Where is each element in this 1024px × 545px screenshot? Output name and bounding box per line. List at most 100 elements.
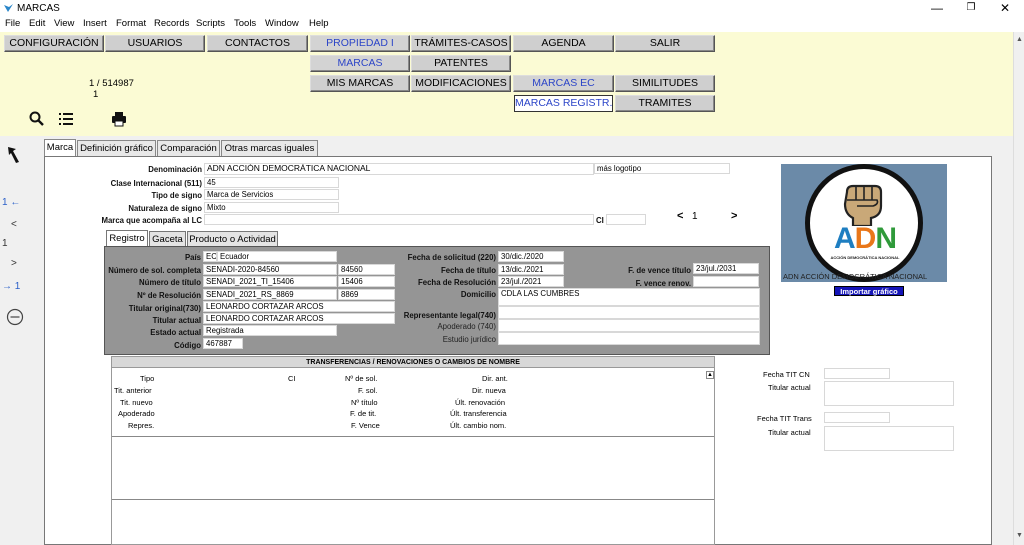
title-bar: MARCAS — ❐ ✕ <box>0 0 1024 17</box>
numtit-label: Número de título <box>139 278 201 287</box>
menu-file[interactable]: File <box>5 18 20 29</box>
estudio-label: Estudio jurídico <box>442 335 496 344</box>
prev-link[interactable]: 1 ← <box>2 197 20 208</box>
logo-letter: A <box>833 222 856 255</box>
menu-scripts[interactable]: Scripts <box>196 18 225 29</box>
subtab-registro[interactable]: Registro <box>106 230 148 247</box>
numsol-short-field[interactable]: 84560 <box>338 264 395 275</box>
ftit-field[interactable]: 13/dic./2021 <box>498 264 564 275</box>
logo-a: ADN <box>833 222 897 255</box>
nav-agenda[interactable]: AGENDA <box>513 35 614 52</box>
menu-insert[interactable]: Insert <box>83 18 107 29</box>
list-icon[interactable] <box>57 110 75 128</box>
nav-configuracion[interactable]: CONFIGURACIÓN <box>4 35 104 52</box>
titular-actual-2-field[interactable] <box>824 426 954 451</box>
prev-arrow[interactable]: < <box>11 219 17 230</box>
acompana-field[interactable] <box>204 214 594 225</box>
pais-field[interactable]: Ecuador <box>217 251 337 262</box>
numres-short-field[interactable]: 8869 <box>338 289 395 300</box>
nav-modificaciones[interactable]: MODIFICACIONES <box>411 75 511 92</box>
scroll-up-icon[interactable]: ▲ <box>1016 36 1023 43</box>
minimize-button[interactable]: — <box>922 0 952 16</box>
nav-marcas[interactable]: MARCAS <box>310 55 410 72</box>
menu-window[interactable]: Window <box>265 18 299 29</box>
pais-code-field[interactable]: EC <box>203 251 217 262</box>
tab-definicion-grafico[interactable]: Definición gráfico <box>77 140 156 157</box>
logo-subtext: ACCIÓN DEMOCRÁTICA NACIONAL <box>830 255 900 260</box>
nav-patentes[interactable]: PATENTES <box>411 55 511 72</box>
numres-field[interactable]: SENADI_2021_RS_8869 <box>203 289 337 300</box>
nav-salir[interactable]: SALIR <box>615 35 715 52</box>
nav-propiedad[interactable]: PROPIEDAD I <box>310 35 410 52</box>
numsol-label: Número de sol. completa <box>108 266 201 275</box>
num-titulo-label: Nº título <box>351 398 378 407</box>
menu-format[interactable]: Format <box>116 18 146 29</box>
titact-label: Titular actual <box>152 316 201 325</box>
menu-tools[interactable]: Tools <box>234 18 256 29</box>
scroll-down-icon[interactable]: ▼ <box>1016 532 1023 539</box>
tipo-label: Tipo <box>140 374 155 383</box>
fvence-field[interactable]: 23/jul./2031 <box>693 263 759 274</box>
fvrenov-label: F. vence renov. <box>635 279 691 288</box>
nav-similitudes[interactable]: SIMILITUDES <box>615 75 715 92</box>
ci-field[interactable] <box>606 214 646 225</box>
divider <box>112 436 714 437</box>
apoderado-trans-label: Apoderado <box>118 409 155 418</box>
tipo-field[interactable]: Marca de Servicios <box>204 189 339 200</box>
nav-marcas-ec[interactable]: MARCAS EC <box>513 75 614 92</box>
fecha-tit-cn-field[interactable] <box>824 368 890 379</box>
transfers-scroll-up-icon[interactable]: ▲ <box>706 371 714 379</box>
estudio-field[interactable] <box>498 332 760 345</box>
minus-circle-icon[interactable] <box>6 308 24 326</box>
tit-anterior-label: Tit. anterior <box>114 386 152 395</box>
numtit-field[interactable]: SENADI_2021_TI_15406 <box>203 276 337 287</box>
denominacion-field[interactable]: ADN ACCIÓN DEMOCRÁTICA NACIONAL <box>204 163 594 175</box>
next-arrow[interactable]: > <box>11 258 17 269</box>
import-graphic-button[interactable]: Importar gráfico <box>834 286 904 296</box>
estado-field[interactable]: Registrada <box>203 325 337 336</box>
tab-otras-marcas[interactable]: Otras marcas iguales <box>221 140 318 157</box>
nav-contactos[interactable]: CONTACTOS <box>207 35 308 52</box>
titorig-field[interactable]: LEONARDO CORTAZAR ARCOS <box>203 301 395 312</box>
menu-view[interactable]: View <box>54 18 74 29</box>
next-link[interactable]: → 1 <box>2 281 20 292</box>
close-button[interactable]: ✕ <box>990 0 1020 16</box>
pager-next[interactable]: > <box>731 210 737 222</box>
pager-prev[interactable]: < <box>677 210 683 222</box>
clase-field[interactable]: 45 <box>204 177 339 188</box>
tab-comparacion[interactable]: Comparación <box>157 140 220 157</box>
numtit-short-field[interactable]: 15406 <box>338 276 395 287</box>
nav-tramites[interactable]: TRAMITES <box>615 95 715 112</box>
nav-tramites-casos[interactable]: TRÁMITES-CASOS <box>411 35 511 52</box>
numsol-field[interactable]: SENADI-2020-84560 <box>203 264 337 275</box>
menu-help[interactable]: Help <box>309 18 329 29</box>
back-arrow-icon[interactable] <box>6 145 22 165</box>
maximize-button[interactable]: ❐ <box>956 0 986 16</box>
codigo-field[interactable]: 467887 <box>203 338 243 349</box>
domicilio-label: Domicilio <box>460 290 496 299</box>
fres-label: Fecha de Resolución <box>418 278 496 287</box>
f-vence-label: F. Vence <box>351 421 380 430</box>
fecha-tit-trans-field[interactable] <box>824 412 890 423</box>
nav-usuarios[interactable]: USUARIOS <box>105 35 205 52</box>
ult-cambio-nom-label: Últ. cambio nom. <box>450 421 507 430</box>
nav-mis-marcas[interactable]: MIS MARCAS <box>310 75 410 92</box>
denominacion-extra-field[interactable]: más logotipo <box>594 163 730 174</box>
naturaleza-field[interactable]: Mixto <box>204 202 339 213</box>
search-icon[interactable] <box>28 110 46 128</box>
titact-field[interactable]: LEONARDO CORTAZAR ARCOS <box>203 313 395 324</box>
print-icon[interactable] <box>110 110 128 128</box>
fvrenov-field[interactable] <box>693 276 759 287</box>
nav-marcas-registradas[interactable]: MARCAS REGISTR. <box>514 95 613 112</box>
replegal-field[interactable] <box>498 306 760 319</box>
menu-edit[interactable]: Edit <box>29 18 45 29</box>
vertical-scrollbar[interactable]: ▲ ▼ <box>1013 32 1024 545</box>
estado-label: Estado actual <box>150 328 201 337</box>
fres-field[interactable]: 23/jul./2021 <box>498 276 564 287</box>
fecha-tit-trans-label: Fecha TIT Trans <box>757 414 812 423</box>
titular-actual-1-field[interactable] <box>824 381 954 406</box>
domicilio-field[interactable]: CDLA LAS CUMBRES <box>498 288 760 306</box>
menu-records[interactable]: Records <box>154 18 189 29</box>
apoderado-field[interactable] <box>498 319 760 332</box>
fsol-field[interactable]: 30/dic./2020 <box>498 251 564 262</box>
